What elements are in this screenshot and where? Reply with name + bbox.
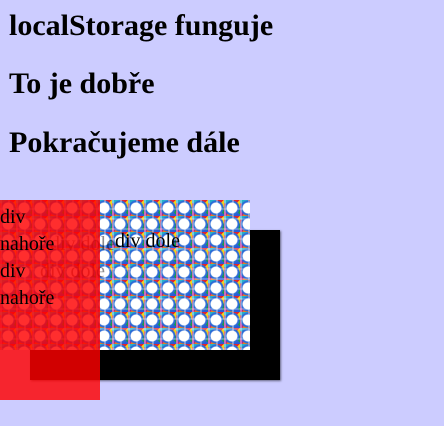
label-div-2: div — [0, 260, 26, 282]
heading-to-je-dobre: To je dobře — [9, 67, 155, 100]
heading-pokracujeme-dale: Pokračujeme dále — [9, 126, 240, 159]
label-div-1: div — [0, 206, 26, 228]
layered-divs-stage: div dole div dole div dole div nahoře di… — [0, 200, 444, 426]
label-nahore-2: nahoře — [0, 287, 55, 309]
heading-localstorage: localStorage funguje — [9, 9, 274, 42]
label-div-dole: div dole — [115, 230, 180, 252]
label-nahore-1: nahoře — [0, 233, 55, 255]
